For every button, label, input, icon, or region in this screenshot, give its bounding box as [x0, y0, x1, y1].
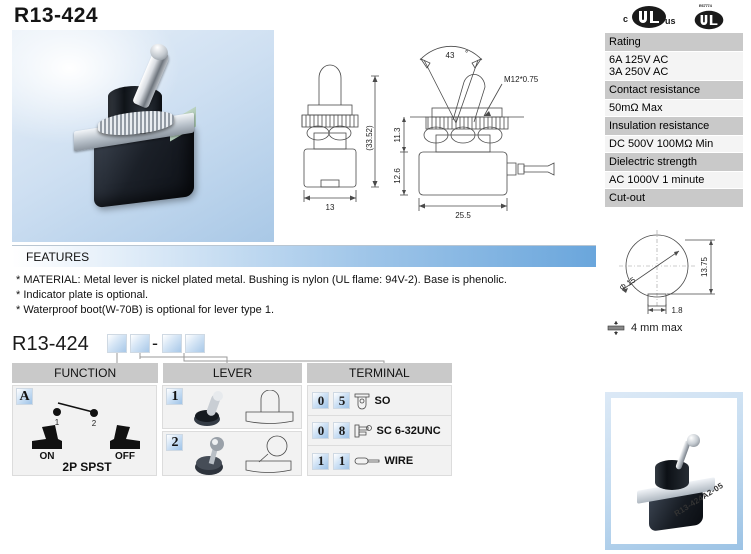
thread-spec-label: M12*0.75	[504, 75, 539, 84]
features-list: * MATERIAL: Metal lever is nickel plated…	[12, 267, 596, 318]
terminal-digit-2: 8	[333, 422, 351, 439]
lever-outline-2	[246, 435, 292, 473]
variant-bushing	[655, 460, 689, 490]
panel-thickness-note: 4 mm max	[605, 318, 743, 338]
terminal-digit-1: 0	[312, 422, 330, 439]
spec-value-rating: 6A 125V AC 3A 250V AC	[605, 52, 743, 81]
function-option-a[interactable]: A 1 2 ON OFF 2P SPST	[12, 385, 158, 476]
body-width-dim: 25.5	[455, 211, 471, 220]
order-code-separator: -	[152, 333, 158, 353]
wire-lead-icon	[355, 457, 380, 465]
panel-thickness-icon	[607, 321, 625, 335]
product-photo	[12, 30, 274, 242]
cutout-height-dim: 13.75	[700, 256, 709, 277]
feature-item: * MATERIAL: Metal lever is nickel plated…	[16, 274, 507, 286]
spec-value-dielectric-strength: AC 1000V 1 minute	[605, 172, 743, 189]
ul-mark-icon	[694, 10, 724, 30]
lever-photo-1	[194, 391, 224, 426]
lever-angle-dim: 43	[446, 51, 455, 60]
order-code-builder: R13-424 -	[12, 332, 452, 364]
function-circuit-diagram: 1 2 ON OFF 2P SPST	[32, 402, 140, 474]
cutout-drawing: Φ 15 13.75 1.8	[605, 228, 743, 316]
lever-outline-1	[246, 390, 294, 424]
order-code-box-lever[interactable]	[130, 334, 150, 353]
terminal-digit-2: 5	[333, 392, 351, 409]
terminal-digit-2: 1	[333, 452, 351, 470]
specification-table: Rating 6A 125V AC 3A 250V AC Contact res…	[605, 33, 743, 208]
spec-header-contact-resistance: Contact resistance	[605, 81, 743, 100]
page-title: R13-424	[14, 4, 99, 27]
order-code-box-function[interactable]	[107, 334, 127, 353]
order-code-box-terminal-1[interactable]	[162, 334, 182, 353]
order-code-box-terminal-2[interactable]	[185, 334, 205, 353]
lever-option-2[interactable]: 2	[162, 431, 303, 476]
terminal-label: WIRE	[384, 455, 414, 467]
solder-lug-icon	[355, 393, 370, 409]
column-header-terminal: TERMINAL	[306, 363, 452, 383]
column-header-lever: LEVER	[163, 363, 302, 383]
feature-item: * Indicator plate is optional.	[16, 289, 149, 301]
cul-us-mark-icon	[632, 6, 666, 28]
ul-us-label: us	[665, 16, 676, 26]
spec-value-contact-resistance: 50mΩ Max	[605, 100, 743, 117]
variant-lever-ball	[687, 434, 700, 447]
lever-code-tag: 2	[166, 434, 184, 451]
column-header-function: FUNCTION	[12, 363, 159, 383]
lever-code-tag: 1	[166, 388, 184, 405]
body-height-dim: 12.6	[393, 168, 402, 184]
certification-logos: c us E67774	[623, 2, 743, 32]
terminal-number-2: 2	[92, 419, 97, 428]
function-position-right: OFF	[115, 451, 135, 462]
feature-item: * Waterproof boot(W-70B) is optional for…	[16, 304, 275, 316]
terminal-option-11[interactable]: 1 1 WIRE	[308, 446, 451, 476]
side-view-drawing: 43 ° M12*0.75 11.3 12.6 25.5	[393, 46, 555, 220]
selection-table: FUNCTION LEVER TERMINAL A 1 2 ON OFF 2P …	[12, 363, 452, 476]
function-circuit-label: 2P SPST	[62, 460, 112, 474]
variant-photo-inner: R13-424A2-05	[611, 398, 737, 544]
front-height-dim: (33.52)	[365, 125, 374, 151]
spec-header-dielectric-strength: Dielectric strength	[605, 153, 743, 172]
terminal-digit-1: 0	[312, 392, 330, 409]
variant-photo: R13-424A2-05	[605, 392, 743, 550]
terminal-option-08[interactable]: 0 8 SC 6-32UNC	[308, 416, 451, 446]
cutout-diameter-dim: Φ 15	[618, 275, 638, 293]
terminal-option-05[interactable]: 0 5 SO	[308, 386, 451, 416]
dimension-drawings: (33.52) 13 43 ° M12*0.75 11.3 12.6 25.5	[278, 30, 596, 242]
terminal-digit-1: 1	[312, 452, 330, 470]
function-position-left: ON	[40, 451, 55, 462]
bushing-height-dim: 11.3	[393, 127, 402, 143]
spec-header-insulation-resistance: Insulation resistance	[605, 117, 743, 136]
features-title: FEATURES	[12, 245, 596, 267]
front-view-drawing: (33.52) 13	[301, 64, 379, 212]
ul-file-number: E67774	[699, 3, 712, 8]
lever-option-1[interactable]: 1	[162, 385, 303, 429]
terminal-number-1: 1	[55, 418, 60, 427]
cutout-flat-dim: 1.8	[671, 306, 683, 315]
terminal-label: SC 6-32UNC	[376, 424, 441, 437]
terminal-options-group: 0 5 SO 0 8 SC 6-32UNC 1 1 WIRE	[307, 385, 452, 476]
spec-header-rating: Rating	[605, 33, 743, 52]
panel-thickness-label: 4 mm max	[631, 322, 683, 334]
screw-terminal-icon	[355, 424, 373, 437]
spec-header-cut-out: Cut-out	[605, 189, 743, 208]
lever-photo-2	[195, 437, 225, 475]
lever-angle-unit: °	[465, 49, 468, 58]
terminal-label: SO	[374, 394, 391, 407]
ul-c-label: c	[623, 14, 629, 24]
features-section: FEATURES * MATERIAL: Metal lever is nick…	[12, 245, 596, 325]
spec-value-insulation-resistance: DC 500V 100MΩ Min	[605, 136, 743, 153]
front-width-dim: 13	[326, 203, 335, 212]
